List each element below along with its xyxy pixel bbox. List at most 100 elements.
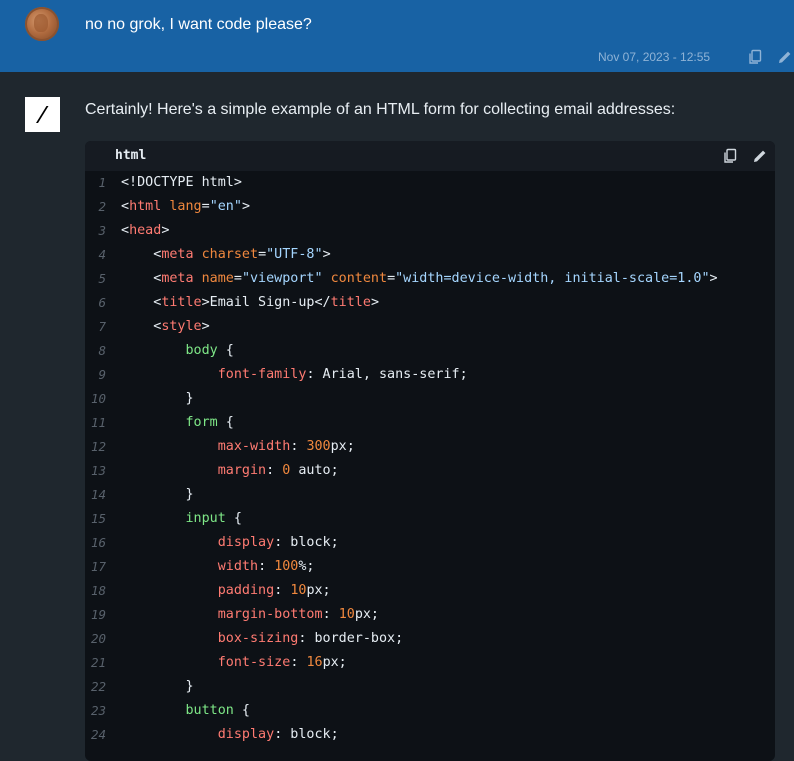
code-token: body bbox=[185, 343, 218, 358]
code-token: >Email Sign-up</ bbox=[201, 295, 331, 310]
line-number: 17 bbox=[90, 559, 106, 574]
code-token: max-width bbox=[217, 439, 291, 454]
code-text: <head> bbox=[121, 219, 169, 243]
code-line: 23 button { bbox=[85, 699, 775, 723]
code-token: px; bbox=[306, 583, 331, 598]
code-token: meta bbox=[161, 247, 194, 262]
code-text: <meta charset="UTF-8"> bbox=[121, 243, 330, 267]
code-line: 17 width: 100%; bbox=[85, 555, 775, 579]
code-token: < bbox=[121, 295, 162, 310]
code-text: <style> bbox=[121, 315, 209, 339]
code-token: = bbox=[258, 247, 267, 262]
code-token: width bbox=[217, 559, 259, 574]
code-token: < bbox=[121, 247, 162, 262]
line-number: 8 bbox=[98, 343, 106, 358]
code-token: px; bbox=[354, 607, 379, 622]
code-line: 22 } bbox=[85, 675, 775, 699]
code-token: %; bbox=[298, 559, 315, 574]
code-block-header: html bbox=[85, 141, 775, 171]
code-token: auto; bbox=[290, 463, 339, 478]
copy-code-icon[interactable] bbox=[722, 148, 738, 164]
code-line: 11 form { bbox=[85, 411, 775, 435]
code-token: font-family bbox=[217, 367, 307, 382]
code-token: html bbox=[129, 199, 162, 214]
code-text: padding: 10px; bbox=[121, 579, 331, 603]
line-number: 22 bbox=[90, 679, 106, 694]
line-number: 12 bbox=[90, 439, 106, 454]
code-line: 2 <html lang="en"> bbox=[85, 195, 775, 219]
edit-code-icon[interactable] bbox=[752, 148, 768, 164]
code-text: } bbox=[121, 387, 193, 411]
code-line: 18 padding: 10px; bbox=[85, 579, 775, 603]
code-token: "UTF-8" bbox=[266, 247, 323, 262]
code-line: 20 box-sizing: border-box; bbox=[85, 627, 775, 651]
code-token: < bbox=[121, 223, 130, 238]
code-text: <meta name="viewport" content="width=dev… bbox=[121, 267, 717, 291]
code-text: input { bbox=[121, 507, 242, 531]
code-token: : bbox=[258, 559, 275, 574]
code-text: <!DOCTYPE html> bbox=[121, 171, 242, 195]
code-token: content bbox=[330, 271, 388, 286]
code-token: form bbox=[185, 415, 218, 430]
code-token: = bbox=[233, 271, 242, 286]
code-token: : block; bbox=[274, 727, 339, 742]
code-token: : bbox=[274, 583, 291, 598]
code-body: 1 <!DOCTYPE html> 2 <html lang="en"> 3 <head>… bbox=[85, 171, 775, 747]
line-number: 16 bbox=[90, 535, 106, 550]
line-number: 1 bbox=[98, 175, 106, 190]
code-token: padding bbox=[217, 583, 275, 598]
code-token: : bbox=[290, 655, 307, 670]
code-token: display bbox=[217, 535, 275, 550]
code-token: "width=device-width, initial-scale=1.0" bbox=[395, 271, 710, 286]
code-token: 16 bbox=[306, 655, 323, 670]
code-token: : Arial, sans-serif; bbox=[306, 367, 468, 382]
code-token: < bbox=[121, 271, 162, 286]
code-line: 12 max-width: 300px; bbox=[85, 435, 775, 459]
code-text: margin-bottom: 10px; bbox=[121, 603, 379, 627]
code-line: 4 <meta charset="UTF-8"> bbox=[85, 243, 775, 267]
code-token: 10 bbox=[338, 607, 355, 622]
line-number: 21 bbox=[90, 655, 106, 670]
code-line: 9 font-family: Arial, sans-serif; bbox=[85, 363, 775, 387]
code-token: lang bbox=[169, 199, 202, 214]
code-token: : bbox=[266, 463, 283, 478]
code-text: font-size: 16px; bbox=[121, 651, 347, 675]
grok-logo bbox=[25, 97, 60, 132]
code-token: head bbox=[129, 223, 162, 238]
code-token: < bbox=[121, 199, 130, 214]
code-line: 21 font-size: 16px; bbox=[85, 651, 775, 675]
code-line: 13 margin: 0 auto; bbox=[85, 459, 775, 483]
line-number: 9 bbox=[98, 367, 106, 382]
code-line: 16 display: block; bbox=[85, 531, 775, 555]
code-line: 19 margin-bottom: 10px; bbox=[85, 603, 775, 627]
code-token: input bbox=[185, 511, 226, 526]
code-token: { bbox=[233, 703, 250, 718]
code-text: button { bbox=[121, 699, 251, 723]
assistant-message-text: Certainly! Here's a simple example of an… bbox=[85, 101, 676, 118]
code-language-label: html bbox=[115, 148, 147, 163]
code-token: charset bbox=[201, 247, 259, 262]
line-number: 10 bbox=[90, 391, 106, 406]
line-number: 20 bbox=[90, 631, 106, 646]
line-number: 23 bbox=[90, 703, 106, 718]
copy-icon[interactable] bbox=[747, 49, 763, 65]
line-number: 3 bbox=[98, 223, 106, 238]
code-text: max-width: 300px; bbox=[121, 435, 355, 459]
pencil-icon[interactable] bbox=[777, 49, 793, 65]
line-number: 18 bbox=[90, 583, 106, 598]
line-number: 11 bbox=[90, 415, 106, 430]
line-number: 4 bbox=[98, 247, 106, 262]
code-token: 300 bbox=[306, 439, 331, 454]
line-number: 5 bbox=[98, 271, 106, 286]
code-line: 1 <!DOCTYPE html> bbox=[85, 171, 775, 195]
grok-logo-mark bbox=[36, 106, 49, 123]
